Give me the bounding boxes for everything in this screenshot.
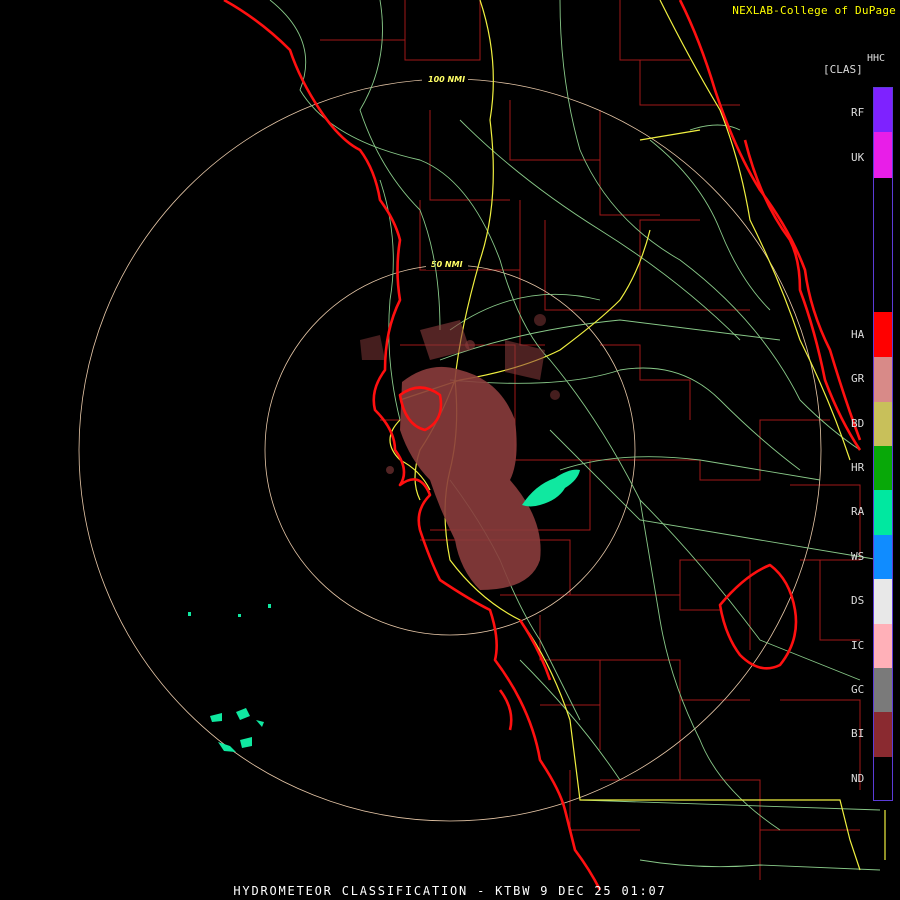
legend-label-gr: GR bbox=[851, 372, 865, 385]
legend-swatch bbox=[874, 757, 892, 800]
county-boundaries bbox=[320, 0, 861, 880]
legend-label-gc: GC bbox=[851, 683, 865, 696]
legend-label-nd: ND bbox=[851, 772, 865, 785]
legend-label-ra: RA bbox=[851, 505, 865, 518]
legend-swatch bbox=[874, 535, 892, 579]
legend-swatch bbox=[874, 312, 892, 357]
color-legend-bar bbox=[873, 87, 893, 801]
legend-swatch bbox=[874, 132, 892, 178]
roads bbox=[269, 0, 881, 871]
radar-map[interactable]: 100 NMI 50 NMI bbox=[0, 0, 900, 900]
legend-label-ic: IC bbox=[851, 639, 865, 652]
legend-label-ds: DS bbox=[851, 594, 865, 607]
coastline bbox=[223, 0, 862, 891]
radar-viewer: 100 NMI 50 NMI NEXLAB-College of DuPage … bbox=[0, 0, 900, 900]
legend-label-uk: UK bbox=[851, 151, 865, 164]
legend-label-ws: WS bbox=[851, 550, 865, 563]
legend-swatch bbox=[874, 579, 892, 624]
legend-swatch bbox=[874, 712, 892, 757]
product-tag-label: [CLAS] bbox=[823, 63, 863, 76]
product-caption: HYDROMETEOR CLASSIFICATION - KTBW 9 DEC … bbox=[233, 884, 667, 898]
legend-label-ha: HA bbox=[851, 328, 865, 341]
legend-label-hr: HR bbox=[851, 461, 865, 474]
legend-swatch bbox=[874, 402, 892, 446]
legend-swatch bbox=[874, 88, 892, 132]
legend-swatch bbox=[874, 668, 892, 712]
legend-swatch bbox=[874, 490, 892, 535]
ring-label-100: 100 NMI bbox=[428, 75, 465, 84]
legend-swatch bbox=[874, 624, 892, 668]
legend-label-rf: RF bbox=[851, 106, 865, 119]
credit-label: NEXLAB-College of DuPage bbox=[732, 4, 896, 17]
product-code-label: HHC bbox=[867, 53, 886, 64]
legend-swatch bbox=[874, 357, 892, 402]
legend-label-bd: BD bbox=[851, 417, 865, 430]
legend-label-bi: BI bbox=[851, 727, 865, 740]
legend-swatch bbox=[874, 446, 892, 490]
